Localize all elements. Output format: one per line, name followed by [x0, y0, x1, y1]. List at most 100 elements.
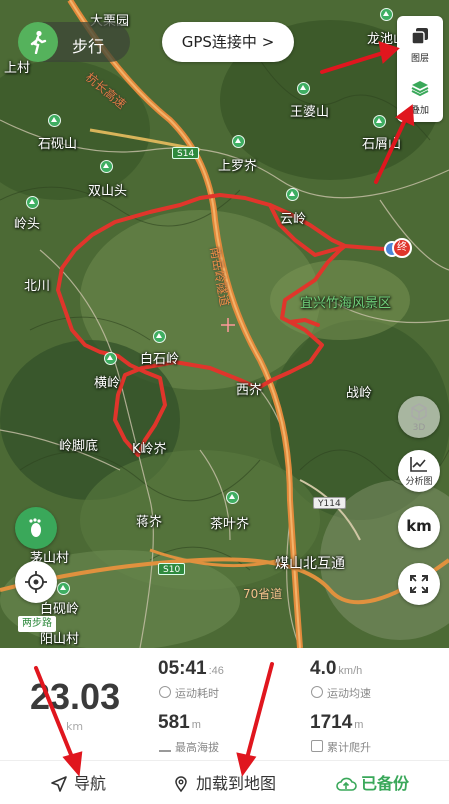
avg-speed-value: 4.0 km/h: [310, 658, 362, 680]
footprint-button[interactable]: [15, 507, 57, 549]
overlay-stack-icon: [411, 81, 429, 97]
peak-icon: [380, 8, 393, 21]
total-climb-label: 累计爬升: [311, 739, 371, 755]
place-label: 上罗岕: [218, 159, 258, 174]
place-label: 白石岭: [140, 352, 180, 367]
duration-main: 05:41: [158, 658, 207, 679]
peak-icon: [153, 330, 166, 343]
place-label: K岭岕: [132, 442, 167, 457]
duration-label-text: 运动耗时: [175, 687, 219, 700]
peak-icon: [26, 196, 39, 209]
road-shield: S14: [172, 147, 200, 159]
map-view[interactable]: 大栗园 龙池山 上村 王婆山 石砚山 石屑山 上罗岕 双山头 岭头 云岭 北川 …: [0, 0, 449, 648]
fullscreen-button[interactable]: [398, 563, 440, 605]
place-label: 石屑山: [362, 137, 402, 152]
app-watermark: 两步路: [18, 616, 56, 632]
app-watermark-text: 两步路: [22, 618, 52, 629]
load-to-map-label: 加载到地图: [196, 774, 277, 793]
chart-line-icon: [410, 457, 427, 472]
speed-unit: km/h: [338, 665, 363, 677]
gps-status-button[interactable]: GPS连接中 >: [162, 22, 294, 62]
max-altitude-value: 581 m: [158, 712, 201, 734]
track-stats-panel: 23.03 km 05:41:46 运动耗时 4.0 km/h 运动均速 581 m…: [0, 648, 449, 804]
layers-button[interactable]: 图层: [397, 18, 443, 68]
expand-icon: [410, 575, 428, 593]
analysis-label: 分析图: [405, 477, 433, 487]
layers-label: 图层: [410, 54, 429, 64]
avg-speed-label: 运动均速: [311, 685, 371, 701]
backup-status-label: 已备份: [361, 774, 410, 793]
peak-icon: [48, 114, 61, 127]
place-label: 岭头: [14, 217, 41, 232]
place-label: 蒋岕: [136, 515, 163, 530]
peak-icon: [297, 82, 310, 95]
total-distance: 23.03: [30, 676, 121, 717]
end-marker-badge: 终: [392, 238, 412, 258]
altitude-main: 581: [158, 712, 190, 733]
end-marker-text: 终: [397, 242, 407, 253]
peak-icon: [232, 135, 245, 148]
peak-icon: [286, 188, 299, 201]
place-label: 王婆山: [290, 105, 330, 120]
footprint-icon: [29, 518, 41, 537]
place-label: 云岭: [280, 212, 307, 227]
mountain-icon: [159, 740, 171, 752]
scenic-area-label: 宜兴竹海风景区: [300, 296, 392, 311]
overlay-label: 叠加: [410, 106, 429, 116]
peak-icon: [100, 160, 113, 173]
3d-label: 3D: [412, 423, 426, 433]
provincial-road-label: 70省道: [243, 587, 283, 601]
place-label: 岭脚底: [59, 439, 99, 454]
total-climb-value: 1714 m: [310, 712, 363, 734]
place-label: 战岭: [346, 386, 373, 401]
total-distance-unit: km: [66, 720, 84, 733]
place-label: 横岭: [94, 376, 121, 391]
speed-label-text: 运动均速: [327, 687, 371, 700]
layer-panel: 图层 叠加: [397, 16, 443, 122]
overlay-button[interactable]: 叠加: [397, 70, 443, 120]
analysis-chart-button[interactable]: 分析图: [398, 450, 440, 492]
unit-toggle-button[interactable]: km: [398, 506, 440, 548]
climb-label-text: 累计爬升: [327, 741, 371, 754]
altitude-label-text: 最高海拔: [175, 741, 219, 754]
navigate-label: 导航: [74, 774, 107, 793]
clock-icon: [159, 686, 171, 698]
speed-main: 4.0: [310, 658, 337, 679]
map-pin-icon: [175, 776, 187, 793]
unit-label: km: [406, 517, 432, 535]
crosshair-locate-icon: [25, 571, 47, 593]
speed-icon: [311, 686, 323, 698]
navigation-arrow-icon: [51, 776, 67, 792]
peak-icon: [57, 582, 70, 595]
place-label: 北川: [24, 279, 51, 294]
max-altitude-label: 最高海拔: [159, 739, 219, 755]
track-end-marker[interactable]: 终: [384, 238, 412, 260]
place-label: 茶叶岕: [210, 517, 250, 532]
navigate-button[interactable]: 导航: [50, 773, 106, 795]
backup-status-button[interactable]: 已备份: [335, 773, 409, 795]
cube-icon: [411, 403, 427, 421]
place-label: 石砚山: [38, 137, 78, 152]
road-shield: S10: [158, 563, 186, 575]
climb-icon: [311, 740, 323, 752]
duration-seconds: :46: [208, 665, 224, 677]
interchange-label: 煤山北互通: [275, 556, 345, 572]
walking-icon: [18, 22, 58, 62]
climb-main: 1714: [310, 712, 353, 733]
locate-button[interactable]: [15, 561, 57, 603]
altitude-unit: m: [191, 719, 201, 731]
3d-button[interactable]: 3D: [398, 396, 440, 438]
sport-mode-label: 步行: [72, 37, 105, 56]
climb-unit: m: [354, 719, 364, 731]
layers-icon: [411, 28, 428, 45]
place-label: 上村: [4, 61, 31, 76]
load-to-map-button[interactable]: 加载到地图: [172, 773, 276, 795]
duration-label: 运动耗时: [159, 685, 219, 701]
place-label: 双山头: [88, 184, 128, 199]
bottom-action-bar: 导航 加载到地图 已备份: [0, 760, 449, 804]
peak-icon: [373, 115, 386, 128]
peak-icon: [226, 491, 239, 504]
cloud-upload-icon: [336, 777, 357, 791]
duration-value: 05:41:46: [158, 658, 224, 680]
place-label: 白砚岭: [40, 602, 80, 617]
